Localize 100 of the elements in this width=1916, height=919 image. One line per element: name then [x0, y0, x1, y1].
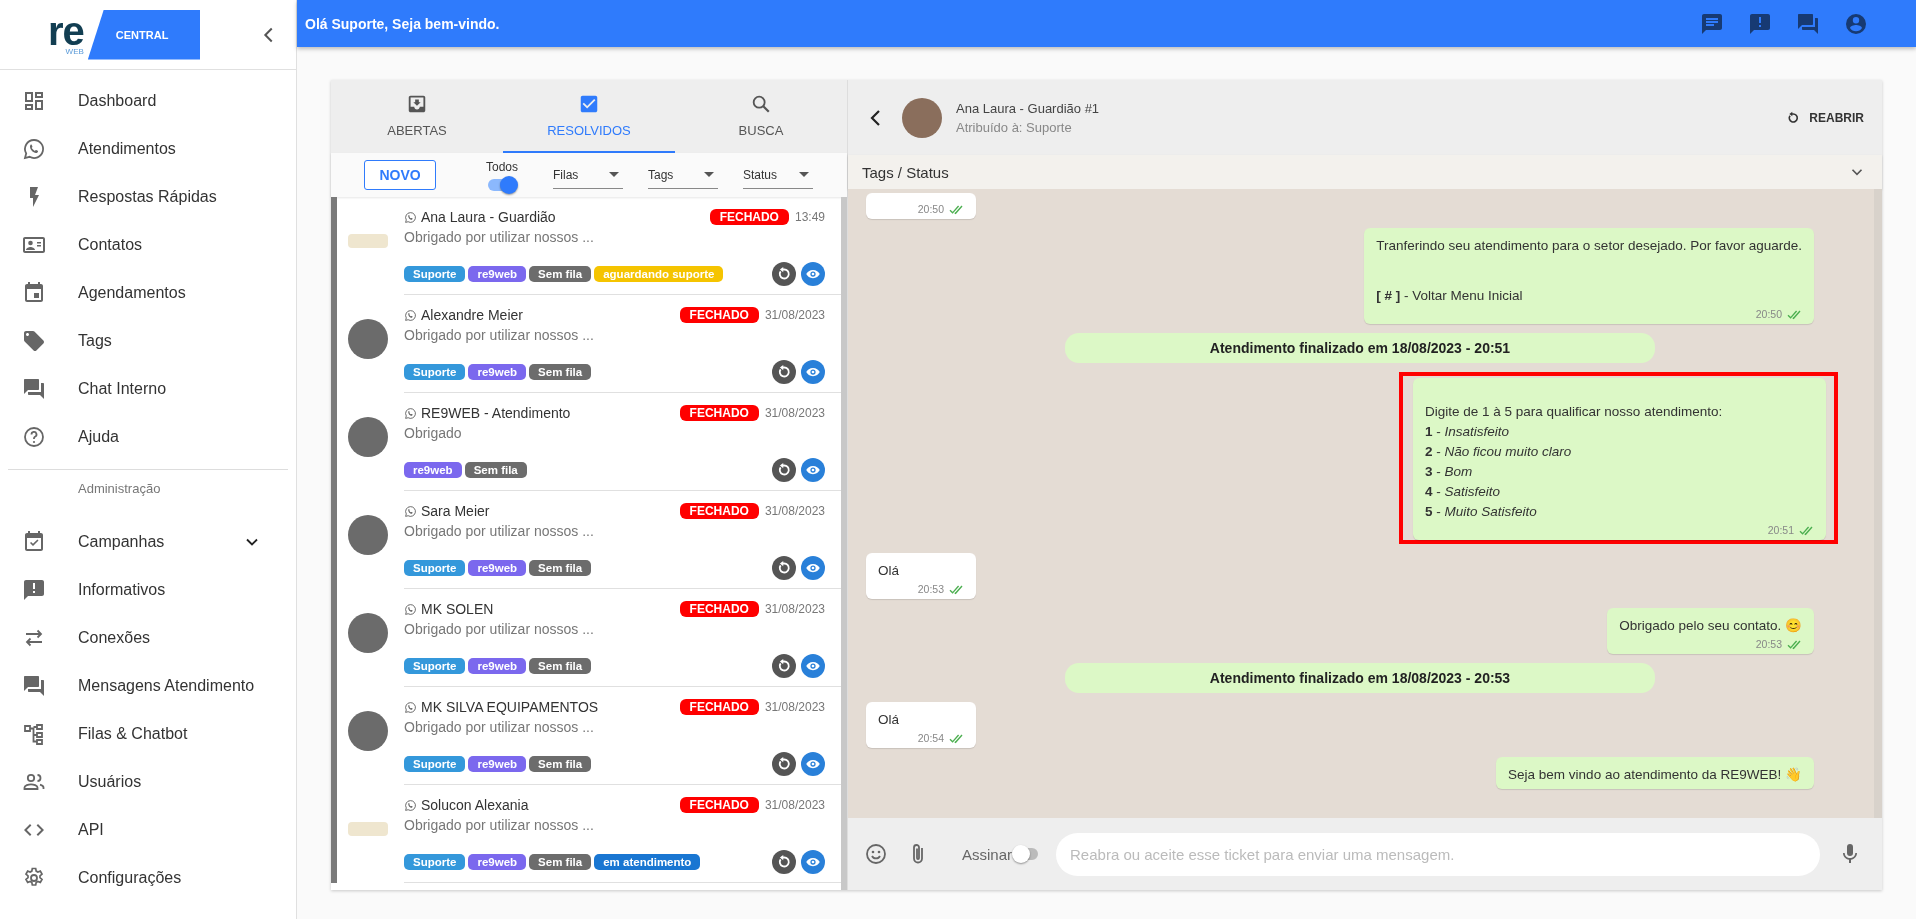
view-button[interactable] — [801, 850, 825, 874]
ticket-row[interactable]: Alexandre Meier FECHADO 31/08/2023 Obrigado por utilizar nossos ... Suporte re9web Sem fila — [331, 295, 841, 393]
sidebar-item[interactable]: Chat Interno — [0, 365, 296, 413]
sidebar-item[interactable]: API — [0, 806, 296, 854]
filter-select[interactable]: Tags — [648, 161, 718, 189]
sidebar-item[interactable]: Usuários — [0, 758, 296, 806]
caret-icon — [704, 172, 714, 177]
inbox-icon — [406, 93, 428, 115]
sidebar-item[interactable]: Filas & Chatbot — [0, 710, 296, 758]
account-icon[interactable] — [1844, 11, 1868, 36]
flowchart-icon — [22, 722, 46, 746]
sidebar-item[interactable]: Atendimentos — [0, 125, 296, 173]
sidebar-item[interactable]: Informativos — [0, 566, 296, 614]
tag-chip: re9web — [468, 756, 527, 772]
contact-name: MK SOLEN — [421, 601, 495, 617]
filter-select[interactable]: Status — [743, 161, 813, 189]
reopen-button[interactable] — [772, 360, 796, 384]
message-preview: Obrigado por utilizar nossos ... — [404, 621, 595, 637]
message-preview: Obrigado por utilizar nossos ... — [404, 327, 595, 343]
tab[interactable]: ABERTAS — [331, 80, 503, 153]
tag-chip: Suporte — [404, 560, 466, 576]
ticket-row[interactable]: Sara Meier FECHADO 31/08/2023 Obrigado por utilizar nossos ... Suporte re9web Sem fila — [331, 491, 841, 589]
timestamp: 13:49 — [794, 210, 825, 224]
reopen-button[interactable] — [772, 556, 796, 580]
view-button[interactable] — [801, 654, 825, 678]
ticket-row[interactable]: RE9WEB - Atendimento FECHADO 31/08/2023 Obrigado re9web Sem fila — [331, 393, 841, 491]
new-button[interactable]: NOVO — [364, 160, 436, 190]
search-icon — [750, 93, 772, 115]
whatsapp-icon — [404, 210, 417, 224]
tag-chip: re9web — [404, 462, 462, 478]
reopen-button[interactable]: REABRIR — [1779, 103, 1870, 132]
message-time: 20:54 — [917, 732, 944, 744]
sidebar-item[interactable]: Tags — [0, 317, 296, 365]
alert-bubble-icon — [22, 578, 46, 602]
chat-bubbles-icon — [22, 674, 46, 698]
photo-placeholder — [348, 613, 388, 653]
message-input[interactable]: Reabra ou aceite esse ticket para enviar uma mensagem. — [1056, 832, 1820, 876]
tags-status-bar[interactable]: Tags / Status — [848, 155, 1882, 189]
toggle-switch[interactable] — [1014, 848, 1039, 860]
caret-icon — [799, 172, 809, 177]
message-text: [ # ] - Voltar Menu Inicial — [1376, 287, 1524, 305]
message-preview: Obrigado por utilizar nossos ... — [404, 817, 595, 833]
tag-chip: re9web — [468, 560, 527, 576]
system-message: Atendimento finalizado em 18/08/2023 - 20:53 — [1065, 663, 1655, 693]
checkbox-icon — [578, 93, 600, 115]
tag-chip: Suporte — [404, 266, 466, 282]
contact-name: Solucon Alexania — [421, 797, 530, 813]
timestamp: 31/08/2023 — [764, 504, 825, 518]
sidebar-item[interactable]: Respostas Rápidas — [0, 173, 296, 221]
photo-placeholder — [348, 515, 388, 555]
contact-name: Ana Laura - Guardião #1 — [956, 100, 1101, 116]
view-button[interactable] — [801, 752, 825, 776]
greeting-text: Olá Suporte, Seja bem-vindo. — [305, 15, 500, 32]
toggle-switch[interactable] — [488, 178, 516, 191]
ticket-row[interactable]: MK SILVA EQUIPAMENTOS FECHADO 31/08/2023 Obrigado por utilizar nossos ... Suporte re9web Sem fila — [331, 687, 841, 785]
chat-bubbles-icon — [22, 377, 46, 401]
tab[interactable]: BUSCA — [675, 80, 847, 153]
reopen-button[interactable] — [772, 262, 796, 286]
message-text: Olá — [878, 711, 900, 729]
ticket-row[interactable]: MK SOLEN FECHADO 31/08/2023 Obrigado por utilizar nossos ... Suporte re9web Sem fila — [331, 589, 841, 687]
message-text: Digite de 1 à 5 para qualificar nosso atendimento: 1 - Insatisfeito 2 - Não ficou muito claro 3 - Bom 4 - Satisfeito 5 - Muito Satisfeito — [1425, 403, 1724, 521]
view-button[interactable] — [801, 556, 825, 580]
photo-placeholder — [348, 711, 388, 751]
view-button[interactable] — [801, 458, 825, 482]
assigned-text: Atribuído à: Suporte — [956, 119, 1073, 135]
tag-chip: Suporte — [404, 854, 466, 870]
tag-chip: re9web — [468, 364, 527, 380]
tag-chip: Sem fila — [529, 364, 592, 380]
view-button[interactable] — [801, 360, 825, 384]
message-time: 20:53 — [1755, 638, 1782, 650]
reopen-button[interactable] — [772, 654, 796, 678]
status-badge: FECHADO — [679, 699, 759, 715]
sidebar-item[interactable]: Ajuda — [0, 413, 296, 461]
whatsapp-icon — [404, 700, 417, 714]
status-badge: FECHADO — [679, 797, 759, 813]
tag-chip: Suporte — [404, 756, 466, 772]
emoji-icon[interactable] — [864, 842, 888, 866]
sidebar-item[interactable]: Mensagens Atendimento — [0, 662, 296, 710]
chat-bubbles-icon[interactable] — [1796, 11, 1820, 36]
sidebar-item[interactable]: Agendamentos — [0, 269, 296, 317]
sidebar-item[interactable]: Dashboard — [0, 77, 296, 125]
logo-placeholder — [348, 234, 388, 248]
message-text: Olá — [878, 562, 900, 580]
view-button[interactable] — [801, 262, 825, 286]
sidebar-item[interactable]: Contatos — [0, 221, 296, 269]
tag-chip: aguardando suporte — [594, 266, 724, 282]
ticket-row[interactable]: Solucon Alexania FECHADO 31/08/2023 Obrigado por utilizar nossos ... Suporte re9web Sem fila em atendimento — [331, 785, 841, 883]
tag-chip: Sem fila — [464, 462, 527, 478]
sidebar-item[interactable]: Configurações — [0, 854, 296, 902]
message-text: Obrigado pelo seu contato. 😊 — [1619, 617, 1802, 635]
ticket-row[interactable]: Ana Laura - Guardião FECHADO 13:49 Obrigado por utilizar nossos ... Suporte re9web Sem fila aguardando suporte — [331, 197, 841, 295]
filter-select[interactable]: Filas — [553, 161, 623, 189]
reopen-button[interactable] — [772, 458, 796, 482]
reopen-button[interactable] — [772, 752, 796, 776]
sidebar-item[interactable]: Campanhas — [0, 518, 296, 566]
message-icon[interactable] — [1700, 11, 1724, 36]
message-text: Seja bem vindo ao atendimento da RE9WEB! 👋 — [1508, 766, 1802, 784]
sidebar-item[interactable]: Conexões — [0, 614, 296, 662]
reopen-button[interactable] — [772, 850, 796, 874]
alert-bubble-icon[interactable] — [1748, 11, 1772, 36]
